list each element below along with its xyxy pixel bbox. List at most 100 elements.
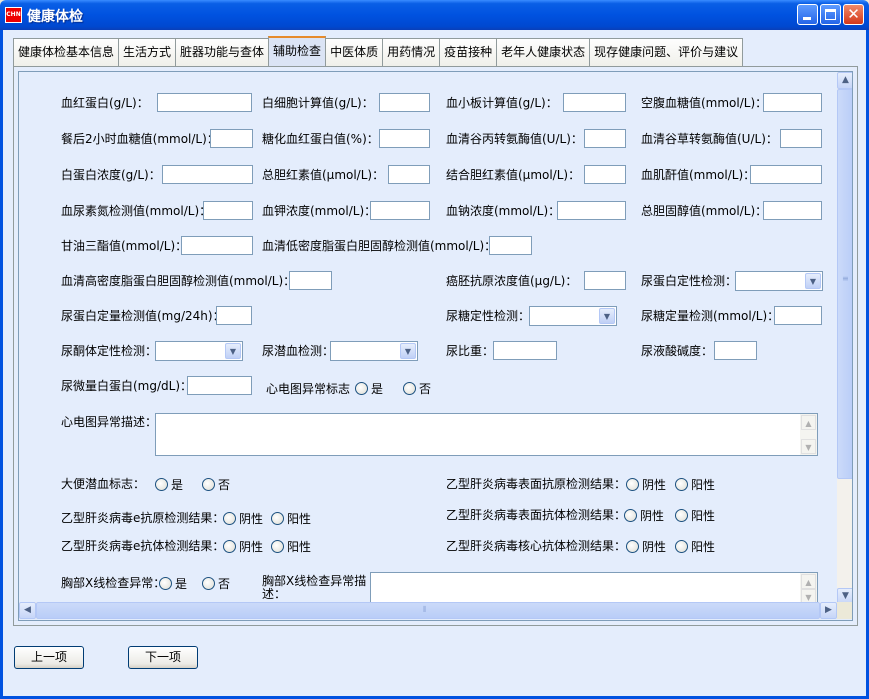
radio-circle-icon[interactable] (675, 539, 688, 553)
textarea-scrollbar[interactable]: ▲ ▼ (800, 414, 817, 455)
albumin-input[interactable] (162, 165, 253, 184)
scroll-up-icon[interactable]: ▲ (801, 574, 816, 589)
urine-microalbumin-input[interactable] (187, 376, 252, 395)
tab-elderly-health[interactable]: 老年人健康状态 (496, 38, 591, 66)
maximize-button[interactable] (820, 4, 841, 25)
next-button[interactable]: 下一项 (128, 646, 198, 669)
creatinine-label: 血肌酐值(mmol/L)： (641, 168, 756, 182)
bun-label: 血尿素氮检测值(mmol/L)： (61, 204, 212, 218)
hbsab-positive-radio[interactable]: 阳性 (675, 508, 715, 523)
horizontal-scroll-thumb[interactable]: ⦀ (36, 602, 820, 619)
radio-circle-icon[interactable] (675, 508, 688, 522)
radio-circle-icon[interactable] (202, 576, 215, 590)
direct-bilirubin-input[interactable] (584, 165, 626, 184)
scroll-left-button[interactable]: ◀ (19, 602, 36, 619)
hdl-input[interactable] (289, 271, 332, 290)
vertical-scroll-thumb[interactable]: ≡ (837, 89, 852, 479)
close-button[interactable]: ✕ (843, 4, 864, 25)
hemoglobin-input[interactable] (157, 93, 252, 112)
hbeab-negative-radio[interactable]: 阴性 (223, 539, 263, 554)
textarea-scrollbar[interactable]: ▲ ▼ (800, 573, 817, 605)
urine-glucose-quant-input[interactable] (774, 306, 822, 325)
urine-protein-quant-input[interactable] (216, 306, 252, 325)
radio-circle-icon[interactable] (223, 539, 236, 553)
wbc-input[interactable] (379, 93, 430, 112)
ecg-abnormal-no-radio[interactable]: 否 (403, 381, 431, 396)
fecal-blood-no-radio[interactable]: 否 (202, 477, 230, 492)
urine-glucose-qual-select[interactable]: ▼ (529, 306, 617, 326)
chevron-down-icon[interactable]: ▼ (400, 343, 416, 359)
triglyceride-input[interactable] (181, 236, 253, 255)
alt-input[interactable] (584, 129, 626, 148)
ast-input[interactable] (780, 129, 822, 148)
chevron-down-icon[interactable]: ▼ (225, 343, 241, 359)
radio-circle-icon[interactable] (624, 508, 637, 522)
ldl-input[interactable] (489, 236, 532, 255)
postprandial-glucose-input[interactable] (210, 129, 253, 148)
chevron-down-icon[interactable]: ▼ (805, 273, 821, 289)
urine-protein-qual-label: 尿蛋白定性检测： (641, 274, 738, 288)
xray-abnormal-no-radio[interactable]: 否 (202, 576, 230, 591)
radio-circle-icon[interactable] (223, 511, 236, 525)
hbsag-positive-radio[interactable]: 阳性 (675, 477, 715, 492)
hbcab-label: 乙型肝炎病毒核心抗体检测结果： (446, 539, 627, 553)
radio-circle-icon[interactable] (626, 539, 639, 553)
urine-sg-input[interactable] (493, 341, 557, 360)
tab-medication[interactable]: 用药情况 (382, 38, 441, 66)
radio-circle-icon[interactable] (271, 539, 284, 553)
cholesterol-input[interactable] (763, 201, 822, 220)
potassium-input[interactable] (370, 201, 430, 220)
tab-auxiliary-exam[interactable]: 辅助检查 (268, 36, 327, 66)
radio-circle-icon[interactable] (355, 381, 368, 395)
radio-circle-icon[interactable] (159, 576, 172, 590)
fasting-glucose-input[interactable] (763, 93, 822, 112)
cea-input[interactable] (584, 271, 626, 290)
hbsag-negative-radio[interactable]: 阴性 (626, 477, 666, 492)
hba1c-input[interactable] (379, 129, 430, 148)
tab-basic-info[interactable]: 健康体检基本信息 (13, 38, 120, 66)
hbsab-negative-radio[interactable]: 阴性 (624, 508, 664, 523)
urine-ph-input[interactable] (714, 341, 757, 360)
hbcab-negative-radio[interactable]: 阴性 (626, 539, 666, 554)
xray-abnormal-yes-radio[interactable]: 是 (159, 576, 187, 591)
tab-lifestyle[interactable]: 生活方式 (118, 38, 177, 66)
scroll-right-button[interactable]: ▶ (820, 602, 837, 619)
tab-tcm-constitution[interactable]: 中医体质 (325, 38, 384, 66)
radio-circle-icon[interactable] (202, 477, 215, 491)
sodium-input[interactable] (557, 201, 626, 220)
title-bar[interactable]: CHN 健康体检 ✕ (0, 0, 869, 30)
hbeag-negative-radio[interactable]: 阴性 (223, 511, 263, 526)
creatinine-input[interactable] (750, 165, 822, 184)
hbeab-positive-radio[interactable]: 阳性 (271, 539, 311, 554)
scroll-up-icon[interactable]: ▲ (801, 415, 816, 430)
tab-organ-function[interactable]: 脏器功能与查体 (175, 38, 270, 66)
ecg-desc-textarea[interactable]: ▲ ▼ (155, 413, 818, 456)
scroll-down-icon[interactable]: ▼ (801, 439, 816, 454)
urine-protein-qual-select[interactable]: ▼ (735, 271, 823, 291)
xray-desc-textarea[interactable]: ▲ ▼ (370, 572, 818, 606)
radio-circle-icon[interactable] (271, 511, 284, 525)
maximize-icon (825, 9, 836, 20)
scroll-up-button[interactable]: ▲ (837, 72, 852, 89)
ecg-abnormal-yes-radio[interactable]: 是 (355, 381, 383, 396)
chevron-down-icon[interactable]: ▼ (599, 308, 615, 324)
radio-circle-icon[interactable] (626, 477, 639, 491)
radio-circle-icon[interactable] (155, 477, 168, 491)
tab-vaccination[interactable]: 疫苗接种 (439, 38, 498, 66)
vertical-scrollbar[interactable]: ▲ ≡ ▼ (837, 72, 852, 605)
urine-ketone-select[interactable]: ▼ (155, 341, 243, 361)
minimize-button[interactable] (797, 4, 818, 25)
urine-blood-select[interactable]: ▼ (330, 341, 418, 361)
fecal-blood-yes-radio[interactable]: 是 (155, 477, 183, 492)
radio-circle-icon[interactable] (403, 381, 416, 395)
total-bilirubin-input[interactable] (388, 165, 430, 184)
tab-health-problems[interactable]: 现存健康问题、评价与建议 (589, 38, 744, 66)
bun-input[interactable] (203, 201, 253, 220)
radio-circle-icon[interactable] (675, 477, 688, 491)
prev-button[interactable]: 上一项 (14, 646, 84, 669)
sodium-label: 血钠浓度(mmol/L)： (446, 204, 561, 218)
hbcab-positive-radio[interactable]: 阳性 (675, 539, 715, 554)
horizontal-scrollbar[interactable]: ◀ ⦀ ▶ (19, 602, 837, 619)
hbeag-positive-radio[interactable]: 阳性 (271, 511, 311, 526)
platelet-input[interactable] (563, 93, 626, 112)
